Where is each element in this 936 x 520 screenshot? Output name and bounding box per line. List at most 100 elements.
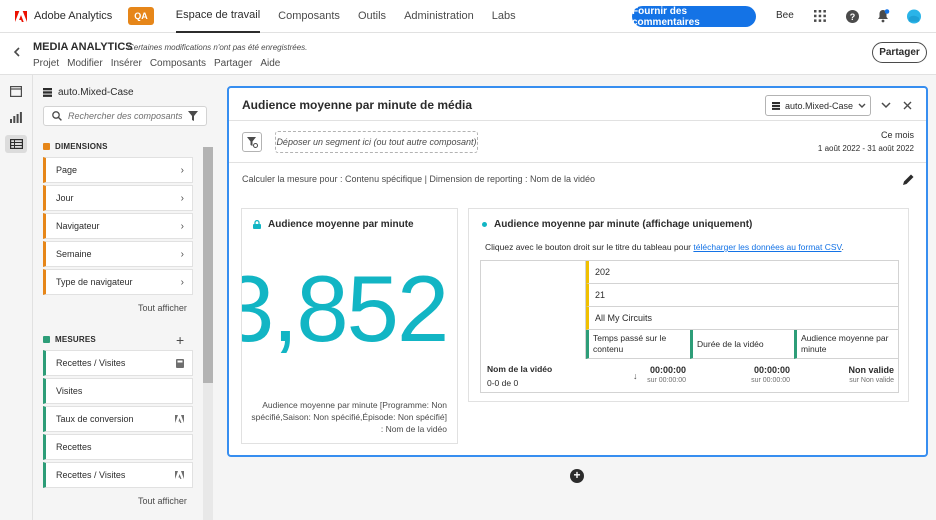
panels-icon[interactable]: [9, 84, 23, 98]
avatar[interactable]: [907, 9, 921, 23]
help-icon[interactable]: ?: [845, 9, 859, 23]
notifications-bell-icon[interactable]: [876, 9, 890, 23]
list-item[interactable]: Navigateur ›: [43, 213, 193, 239]
lock-icon: [253, 220, 261, 229]
hint-text: Cliquez avec le bouton droit sur le titr…: [485, 242, 692, 252]
list-item[interactable]: Taux de conversion: [43, 406, 193, 432]
column-label: Durée de la vidéo: [697, 338, 764, 349]
list-item[interactable]: Recettes / Visites: [43, 462, 193, 488]
sort-arrow-icon[interactable]: ↓: [633, 371, 638, 381]
chevron-down-icon: [858, 103, 866, 108]
chevron-right-icon: ›: [180, 248, 184, 260]
add-panel-icon[interactable]: +: [570, 469, 584, 483]
nav-admin[interactable]: Administration: [404, 0, 474, 33]
nav-tools[interactable]: Outils: [358, 0, 386, 33]
add-metric-icon[interactable]: +: [176, 332, 184, 348]
chevron-right-icon: ›: [180, 164, 184, 176]
segment-dropzone[interactable]: Déposer un segment ici (ou tout autre co…: [275, 131, 478, 153]
breakdown-label: 21: [595, 290, 606, 300]
column-label: Temps passé sur le contenu: [593, 333, 667, 354]
apps-grid-icon[interactable]: [813, 9, 827, 23]
menu-project[interactable]: Projet: [33, 58, 59, 69]
visualization-title[interactable]: Audience moyenne par minute (affichage u…: [494, 219, 752, 230]
user-name[interactable]: Bee: [776, 10, 794, 21]
calculator-icon: [176, 358, 184, 368]
nav-components[interactable]: Composants: [278, 0, 340, 33]
header-divider: [229, 120, 926, 121]
total-subvalue: sur Non valide: [849, 377, 894, 384]
edit-pencil-icon[interactable]: [901, 172, 915, 186]
freeform-panel: Audience moyenne par minute de média aut…: [227, 86, 928, 457]
search-icon: [52, 111, 62, 121]
collapse-chevron-icon[interactable]: [879, 98, 893, 112]
brand-name[interactable]: Adobe Analytics: [34, 10, 112, 22]
project-title[interactable]: MEDIA ANALYTICS: [33, 41, 133, 53]
menu-edit[interactable]: Modifier: [67, 58, 103, 69]
nav-labs[interactable]: Labs: [492, 0, 516, 33]
summary-number-visualization[interactable]: Audience moyenne par minute 3,852 Audien…: [241, 208, 458, 444]
list-item[interactable]: Page ›: [43, 157, 193, 183]
component-search[interactable]: Rechercher des composants: [43, 106, 207, 126]
item-label: Recettes / Visites: [56, 358, 126, 368]
share-button[interactable]: Partager: [872, 42, 927, 63]
total-subvalue: sur 00:00:00: [647, 377, 686, 384]
breakdown-row[interactable]: 21: [586, 284, 898, 307]
nav-workspace[interactable]: Espace de travail: [175, 0, 261, 33]
hint-suffix: .: [841, 242, 844, 252]
adobe-metric-icon: [175, 471, 184, 479]
list-item[interactable]: Jour ›: [43, 185, 193, 211]
status-dot-icon: [482, 222, 487, 227]
item-label: Recettes / Visites: [56, 470, 126, 480]
summary-value: 3,852: [241, 256, 449, 361]
column-label: Audience moyenne par minute: [801, 333, 889, 354]
filter-icon[interactable]: [188, 111, 198, 121]
list-item[interactable]: Semaine ›: [43, 241, 193, 267]
report-suite-name: auto.Mixed-Case: [58, 87, 134, 98]
download-csv-link[interactable]: télécharger les données au format CSV: [693, 242, 841, 252]
adobe-logo-icon[interactable]: [14, 9, 28, 23]
visualizations-icon[interactable]: [9, 110, 23, 124]
list-item[interactable]: Recettes: [43, 434, 193, 460]
total-value: Non valide: [848, 365, 894, 375]
freeform-table-visualization[interactable]: Audience moyenne par minute (affichage u…: [468, 208, 909, 402]
menu-insert[interactable]: Insérer: [111, 58, 142, 69]
left-rail: [0, 75, 33, 520]
breakdown-row[interactable]: All My Circuits: [586, 307, 898, 330]
menu-help[interactable]: Aide: [260, 58, 280, 69]
panel-scrollbar[interactable]: [203, 147, 213, 520]
period-label: Ce mois: [880, 130, 914, 140]
close-icon[interactable]: [900, 98, 914, 112]
panel-title[interactable]: Audience moyenne par minute de média: [242, 98, 472, 112]
list-item[interactable]: Type de navigateur ›: [43, 269, 193, 295]
total-value: 00:00:00: [649, 365, 686, 375]
show-all-dimensions-link[interactable]: Tout afficher: [138, 303, 187, 313]
list-item[interactable]: Recettes / Visites: [43, 350, 193, 376]
visualization-title[interactable]: Audience moyenne par minute: [268, 219, 414, 230]
back-chevron-icon[interactable]: [7, 43, 25, 61]
menu-share[interactable]: Partager: [214, 58, 252, 69]
metrics-list: Recettes / Visites Visites Taux de conve…: [43, 350, 193, 490]
date-range[interactable]: Ce mois 1 août 2022 - 31 août 2022: [818, 130, 914, 153]
menu-components[interactable]: Composants: [150, 58, 206, 69]
csv-hint: Cliquez avec le bouton droit sur le titr…: [485, 242, 844, 252]
column-header[interactable]: Audience moyenne par minute: [794, 330, 898, 359]
dimensions-header: DIMENSIONS: [43, 142, 108, 151]
search-input[interactable]: Rechercher des composants: [68, 111, 183, 121]
org-badge[interactable]: QA: [128, 7, 154, 25]
scrollbar-thumb[interactable]: [203, 147, 213, 383]
list-item[interactable]: Visites: [43, 378, 193, 404]
components-icon[interactable]: [5, 135, 27, 153]
column-header[interactable]: Temps passé sur le contenu: [586, 330, 690, 359]
row-header[interactable]: Nom de la vidéo: [487, 364, 552, 374]
report-suite-select[interactable]: auto.Mixed-Case: [765, 95, 871, 116]
breakdown-row[interactable]: 202: [586, 261, 898, 284]
report-suite-label[interactable]: auto.Mixed-Case: [43, 87, 134, 98]
column-header[interactable]: Durée de la vidéo: [690, 330, 794, 359]
metrics-header: MESURES: [43, 335, 96, 344]
segment-filter-icon[interactable]: [242, 132, 262, 152]
show-all-metrics-link[interactable]: Tout afficher: [138, 496, 187, 506]
item-label: Recettes: [56, 442, 92, 452]
metrics-label: MESURES: [55, 335, 96, 344]
feedback-button[interactable]: Fournir des commentaires: [632, 6, 756, 28]
breakdown-label: All My Circuits: [595, 313, 653, 323]
